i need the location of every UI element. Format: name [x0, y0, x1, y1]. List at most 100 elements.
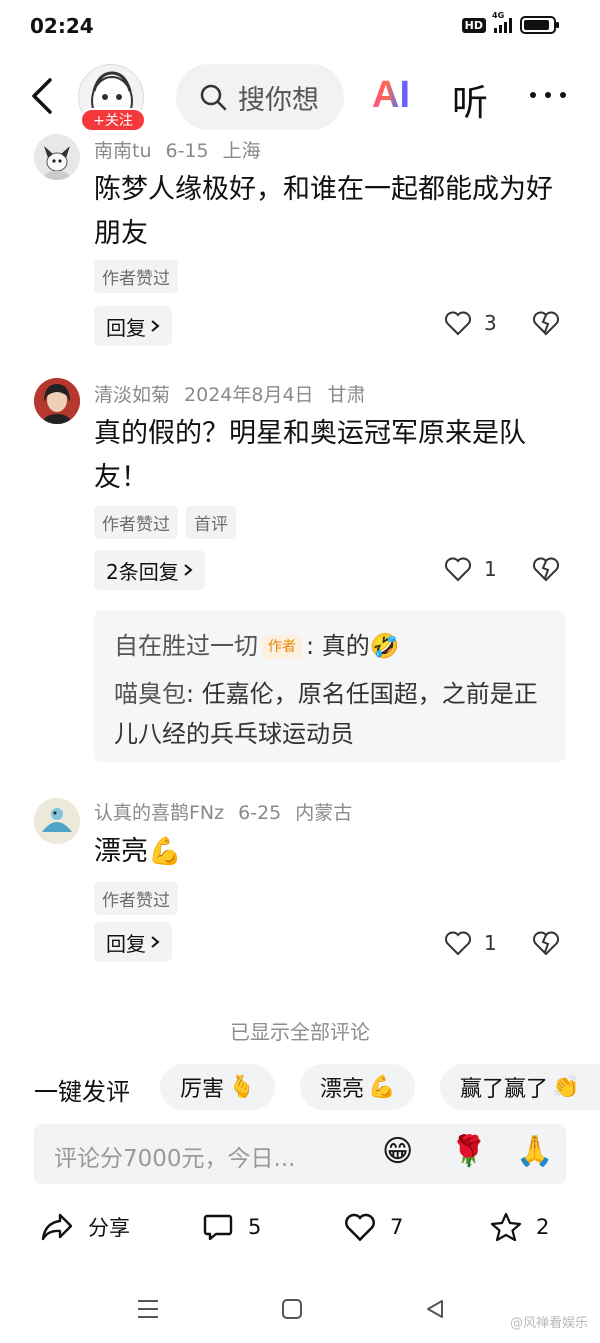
- heart-icon: [345, 1213, 375, 1242]
- menu-icon[interactable]: [136, 1298, 160, 1320]
- reply-button[interactable]: 回复: [94, 306, 172, 346]
- reply-label: 2条回复: [106, 559, 179, 584]
- chevron-right-icon: [151, 320, 160, 332]
- back-nav-icon[interactable]: [424, 1298, 446, 1320]
- share-icon: [41, 1213, 73, 1241]
- home-icon[interactable]: [281, 1298, 303, 1320]
- more-icon[interactable]: [530, 92, 566, 98]
- author-avatar-group[interactable]: +关注: [78, 64, 148, 134]
- battery-icon: [520, 16, 559, 34]
- comment-date: 6-25: [238, 802, 282, 824]
- network-type: 4G: [492, 11, 505, 20]
- comment-meta: 清淡如菊 2024年8月4日 甘肃: [94, 380, 380, 407]
- reply-button[interactable]: 回复: [94, 922, 172, 962]
- post-like-count: 7: [390, 1215, 404, 1239]
- rose-emoji[interactable]: 🌹: [450, 1134, 487, 1169]
- like-count: 1: [484, 931, 497, 955]
- watermark: @风禅看娱乐: [509, 1316, 588, 1331]
- author-badge: 作者: [262, 635, 302, 659]
- chip-text: 厉害: [180, 1077, 225, 1102]
- comment-location: 上海: [222, 140, 261, 162]
- comment-date: 6-15: [165, 140, 209, 162]
- follow-button[interactable]: +关注: [80, 108, 146, 132]
- sub-replies-panel[interactable]: 自在胜过一切 作者: 真的🤣 喵臭包: 任嘉伦，原名任国超，之前是正儿八经的兵乓球…: [94, 610, 566, 762]
- avatar[interactable]: [34, 798, 80, 844]
- comment-location: 甘肃: [327, 384, 366, 406]
- status-icons: HD 4G: [461, 11, 559, 34]
- comment-item: 认真的喜鹊FNz 6-25 内蒙古 漂亮💪 作者赞过 回复 1: [0, 794, 600, 974]
- liked-by-author-tag: 作者赞过: [94, 506, 178, 539]
- tag-row: 作者赞过: [94, 882, 178, 915]
- like-button[interactable]: 1: [444, 556, 497, 582]
- chip-text: 赢了赢了: [460, 1077, 549, 1102]
- tag-row: 作者赞过: [94, 260, 178, 293]
- comment-meta: 南南tu 6-15 上海: [94, 136, 275, 163]
- quick-comment-row: 一键发评 厉害 🫰 漂亮 💪 赢了赢了 👏: [0, 1064, 600, 1112]
- view-replies-button[interactable]: 2条回复: [94, 550, 205, 590]
- finger-heart-emoji: 🫰: [228, 1074, 256, 1100]
- quick-chip-pretty[interactable]: 漂亮 💪: [300, 1064, 416, 1110]
- comment-text: 漂亮💪: [94, 830, 574, 874]
- like-post-button[interactable]: 7: [344, 1212, 403, 1242]
- all-comments-shown-label: 已显示全部评论: [230, 1020, 370, 1044]
- broken-heart-icon[interactable]: [532, 556, 560, 582]
- comment-button[interactable]: 5: [202, 1212, 261, 1242]
- avatar[interactable]: [34, 378, 80, 424]
- grin-emoji[interactable]: 😁: [382, 1134, 413, 1169]
- muscle-emoji: 💪: [148, 836, 182, 867]
- comment-meta: 认真的喜鹊FNz 6-25 内蒙古: [94, 798, 366, 825]
- broken-heart-icon[interactable]: [532, 930, 560, 956]
- share-label: 分享: [88, 1216, 130, 1240]
- muscle-emoji: 💪: [368, 1074, 396, 1100]
- liked-by-author-tag: 作者赞过: [94, 260, 178, 293]
- search-box[interactable]: 搜你想: [176, 64, 344, 130]
- comment-input-placeholder: 评论分7000元，今日...: [54, 1146, 296, 1172]
- search-placeholder: 搜你想: [238, 84, 319, 116]
- sub-reply-user[interactable]: 自在胜过一切: [114, 632, 258, 660]
- hd-badge: HD: [461, 17, 486, 33]
- comment-user[interactable]: 清淡如菊: [94, 384, 170, 406]
- heart-icon: [445, 311, 471, 336]
- sub-reply: 自在胜过一切 作者: 真的🤣: [114, 632, 400, 660]
- comment-icon: [203, 1214, 233, 1241]
- listen-button[interactable]: 听: [452, 74, 488, 126]
- pray-emoji[interactable]: 🙏: [516, 1134, 553, 1169]
- chevron-right-icon: [151, 936, 160, 948]
- sub-reply: 喵臭包: 任嘉伦，原名任国超，之前是正儿八经的兵乓球运动员: [114, 680, 538, 748]
- like-count: 3: [484, 311, 497, 335]
- sub-reply-user[interactable]: 喵臭包: [114, 680, 186, 708]
- comment-text: 真的假的？明星和奥运冠军原来是队友！: [94, 418, 526, 493]
- reply-label: 回复: [106, 315, 146, 340]
- quick-chip-awesome[interactable]: 厉害 🫰: [160, 1064, 276, 1110]
- status-bar: 02:24 HD 4G: [0, 0, 600, 52]
- broken-heart-icon[interactable]: [532, 310, 560, 336]
- comment-text-body: 漂亮: [94, 836, 148, 867]
- quick-chip-win[interactable]: 赢了赢了 👏: [440, 1064, 600, 1110]
- favorite-count: 2: [536, 1215, 550, 1239]
- laughing-emoji: 🤣: [369, 632, 400, 660]
- first-comment-tag: 首评: [186, 506, 236, 539]
- like-count: 1: [484, 557, 497, 581]
- favorite-button[interactable]: 2: [490, 1212, 549, 1242]
- comment-location: 内蒙古: [295, 802, 353, 824]
- like-button[interactable]: 1: [444, 930, 497, 956]
- signal-icon: 4G: [492, 11, 512, 33]
- comment-input[interactable]: 评论分7000元，今日... 😁 🌹 🙏: [34, 1124, 566, 1184]
- comment-user[interactable]: 南南tu: [94, 140, 152, 162]
- reply-label: 回复: [106, 931, 146, 956]
- comment-user[interactable]: 认真的喜鹊FNz: [94, 802, 224, 824]
- clap-emoji: 👏: [552, 1074, 580, 1100]
- liked-by-author-tag: 作者赞过: [94, 882, 178, 915]
- like-button[interactable]: 3: [444, 310, 497, 336]
- ai-button[interactable]: AI: [372, 74, 410, 117]
- avatar[interactable]: [34, 134, 80, 180]
- share-button[interactable]: 分享: [40, 1212, 130, 1242]
- sub-reply-text: 真的: [321, 632, 370, 660]
- heart-icon: [445, 931, 471, 956]
- comment-text: 陈梦人缘极好，和谁在一起都能成为好朋友: [94, 174, 553, 249]
- bottom-action-bar: 分享 5 7 2: [0, 1208, 600, 1256]
- quick-comment-label: 一键发评: [34, 1078, 130, 1106]
- chevron-right-icon: [184, 564, 193, 576]
- status-time: 02:24: [30, 14, 94, 38]
- back-icon[interactable]: [26, 76, 58, 116]
